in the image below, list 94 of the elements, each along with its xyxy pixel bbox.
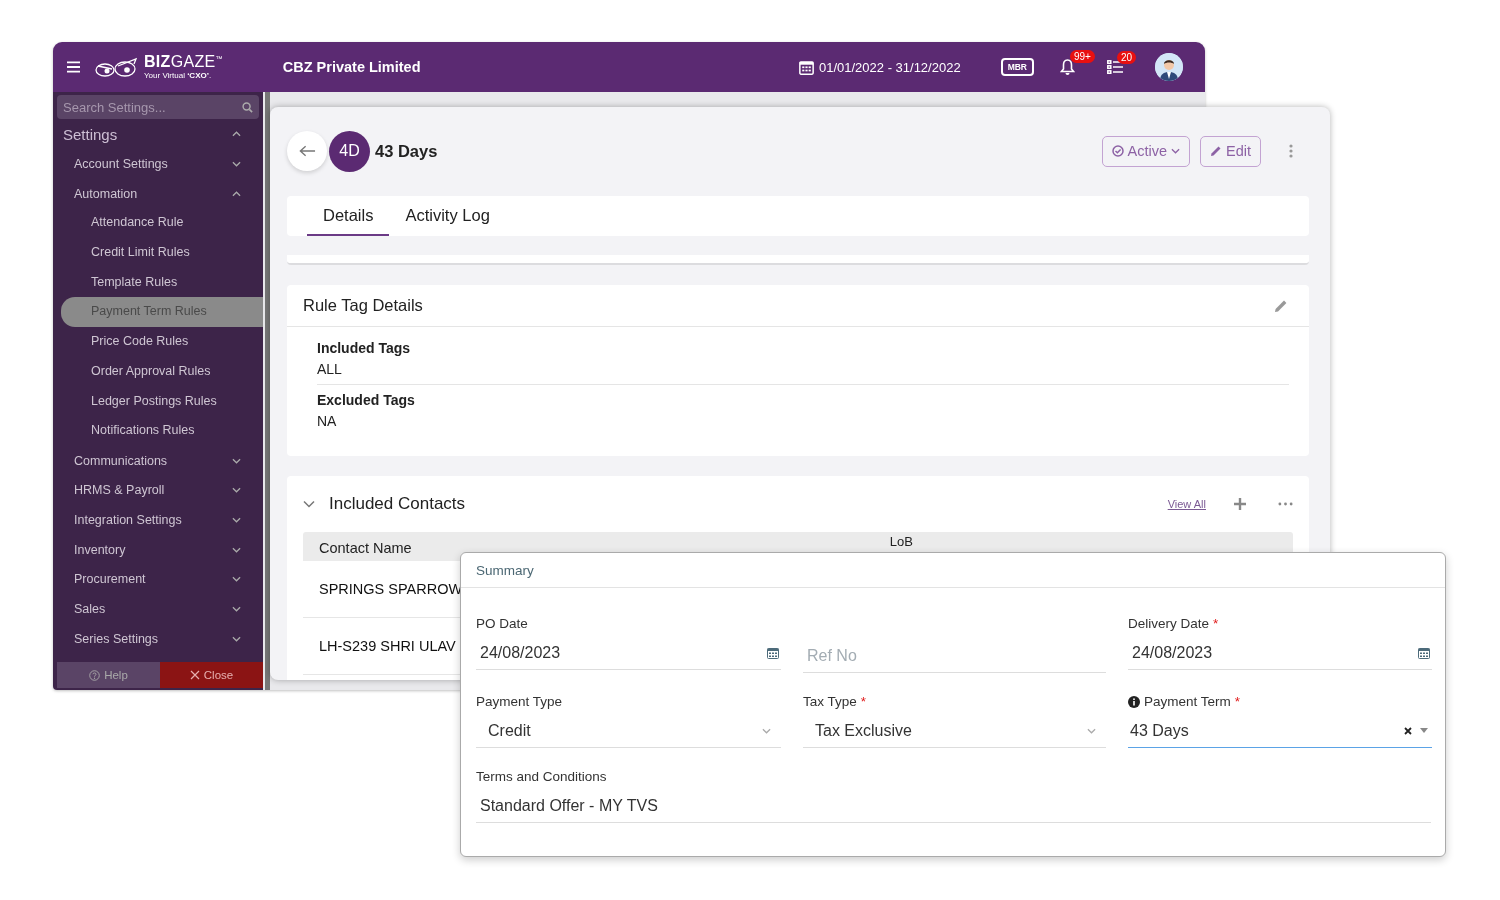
sidebar-subitem[interactable]: Credit Limit Rules bbox=[61, 238, 263, 268]
sidebar-subitem[interactable]: Order Approval Rules bbox=[61, 356, 263, 387]
more-options-icon[interactable] bbox=[1289, 144, 1293, 158]
help-icon bbox=[89, 669, 101, 681]
user-avatar[interactable] bbox=[1155, 53, 1183, 81]
sidebar-item[interactable]: Integration Settings bbox=[53, 505, 263, 535]
combo-field[interactable]: 43 Days bbox=[1128, 714, 1432, 748]
chevron-down-icon bbox=[232, 457, 241, 464]
text-field[interactable]: Standard Offer - MY TVS bbox=[476, 789, 1431, 823]
field-value: NA bbox=[317, 413, 338, 429]
status-dropdown[interactable]: Active bbox=[1101, 135, 1190, 167]
date-field[interactable]: 24/08/2023 bbox=[476, 636, 781, 670]
check-circle-icon bbox=[1111, 145, 1124, 157]
sidebar-title[interactable]: Settings bbox=[63, 125, 118, 143]
record-avatar: 4D bbox=[329, 130, 370, 172]
card-title: Rule Tag Details bbox=[303, 296, 423, 315]
sidebar-item[interactable]: Account Settings bbox=[53, 149, 263, 179]
field-label: Delivery Date bbox=[1128, 616, 1210, 631]
back-arrow-icon bbox=[298, 145, 316, 157]
sidebar-subitem[interactable]: Ledger Postings Rules bbox=[61, 386, 263, 417]
field-label: Included Tags bbox=[317, 340, 412, 356]
search-icon[interactable] bbox=[242, 101, 253, 113]
edit-button[interactable]: Edit bbox=[1200, 135, 1261, 167]
notification-count: 99+ bbox=[1070, 50, 1095, 63]
menu-icon[interactable] bbox=[67, 61, 80, 73]
sidebar-item[interactable]: Automation bbox=[53, 178, 263, 209]
view-all-link[interactable]: View All bbox=[1167, 498, 1206, 510]
sidebar-subitem[interactable]: Attendance Rule bbox=[61, 208, 263, 239]
field-label: Terms and Conditions bbox=[476, 769, 607, 784]
field-value: ALL bbox=[317, 361, 343, 377]
field-label: PO Date bbox=[476, 616, 528, 631]
column-header: Contact Name bbox=[318, 540, 412, 558]
chevron-down-icon bbox=[232, 635, 241, 642]
add-icon[interactable] bbox=[1234, 498, 1246, 510]
sidebar-item[interactable]: Sales bbox=[53, 594, 263, 624]
calendar-icon[interactable] bbox=[767, 646, 779, 659]
help-button[interactable]: Help bbox=[57, 662, 160, 688]
calendar-icon[interactable] bbox=[1418, 646, 1430, 659]
chevron-down-icon bbox=[232, 546, 241, 553]
scrollbar[interactable] bbox=[265, 92, 270, 690]
date-range[interactable]: 01/01/2022 - 31/12/2022 bbox=[818, 59, 961, 75]
required-asterisk: * bbox=[1213, 616, 1219, 631]
dropdown-field[interactable]: Tax Exclusive bbox=[803, 714, 1106, 748]
chevron-down-icon bbox=[232, 487, 241, 494]
branch-badge[interactable]: MBR bbox=[1000, 58, 1034, 76]
pencil-icon bbox=[1210, 145, 1222, 157]
column-header: LoB bbox=[889, 533, 913, 549]
brand-logo: BIZGAZE$^{™}$ bbox=[144, 54, 223, 70]
sidebar-item[interactable]: Inventory bbox=[53, 534, 263, 565]
close-icon bbox=[189, 670, 200, 680]
chevron-up-icon bbox=[232, 131, 241, 137]
sidebar-subitem[interactable]: Notifications Rules bbox=[61, 416, 263, 446]
clear-icon[interactable] bbox=[1404, 726, 1412, 735]
sidebar-subitem[interactable]: Price Code Rules bbox=[61, 327, 263, 357]
tab[interactable]: Activity Log bbox=[389, 196, 506, 236]
sidebar-item[interactable]: Communications bbox=[53, 445, 263, 476]
sidebar-item[interactable]: HRMS & Payroll bbox=[53, 475, 263, 506]
dropdown-field[interactable]: Credit bbox=[476, 714, 781, 748]
record-title: 43 Days bbox=[375, 141, 438, 161]
card-title: Included Contacts bbox=[329, 494, 466, 514]
tab[interactable]: Details bbox=[307, 196, 390, 236]
chevron-down-icon bbox=[232, 517, 241, 524]
tagline: Your Virtual ‘CXO’. bbox=[144, 72, 213, 80]
sidebar-item[interactable]: Series Settings bbox=[53, 624, 263, 654]
popup-title: Summary bbox=[476, 562, 534, 578]
back-button[interactable] bbox=[287, 131, 327, 171]
field-label: Payment Type bbox=[476, 694, 563, 709]
company-name: CBZ Private Limited bbox=[282, 59, 421, 75]
table-cell-text: SPRINGS SPARROW bbox=[318, 581, 463, 597]
field-label: Excluded Tags bbox=[317, 392, 416, 408]
task-count: 20 bbox=[1117, 51, 1137, 64]
chevron-up-icon bbox=[232, 190, 241, 197]
required-asterisk: * bbox=[1234, 694, 1241, 709]
bell-icon[interactable] bbox=[1060, 59, 1075, 75]
chevron-down-icon[interactable] bbox=[303, 498, 315, 510]
chevron-down-icon bbox=[232, 576, 241, 583]
close-button[interactable]: Close bbox=[160, 662, 263, 688]
chevron-down-icon bbox=[1087, 727, 1096, 734]
caret-down-icon[interactable] bbox=[1420, 728, 1428, 733]
chevron-down-icon bbox=[232, 160, 241, 167]
pencil-icon[interactable] bbox=[1274, 298, 1288, 313]
field-label: Payment Term bbox=[1144, 694, 1231, 709]
sidebar-item[interactable]: Procurement bbox=[53, 564, 263, 595]
required-asterisk: * bbox=[860, 694, 867, 709]
table-cell-text: LH-S239 SHRI ULAV bbox=[318, 638, 456, 654]
sidebar-subitem[interactable]: Template Rules bbox=[61, 267, 263, 298]
chevron-down-icon bbox=[762, 727, 771, 734]
eyes-logo-icon bbox=[94, 55, 140, 79]
task-list-icon[interactable] bbox=[1107, 60, 1123, 74]
field-label: Tax Type bbox=[803, 694, 857, 709]
chevron-down-icon bbox=[232, 606, 241, 613]
date-field[interactable]: 24/08/2023 bbox=[1128, 636, 1432, 670]
more-options-icon[interactable] bbox=[1278, 502, 1293, 506]
chevron-down-icon bbox=[1171, 148, 1180, 154]
